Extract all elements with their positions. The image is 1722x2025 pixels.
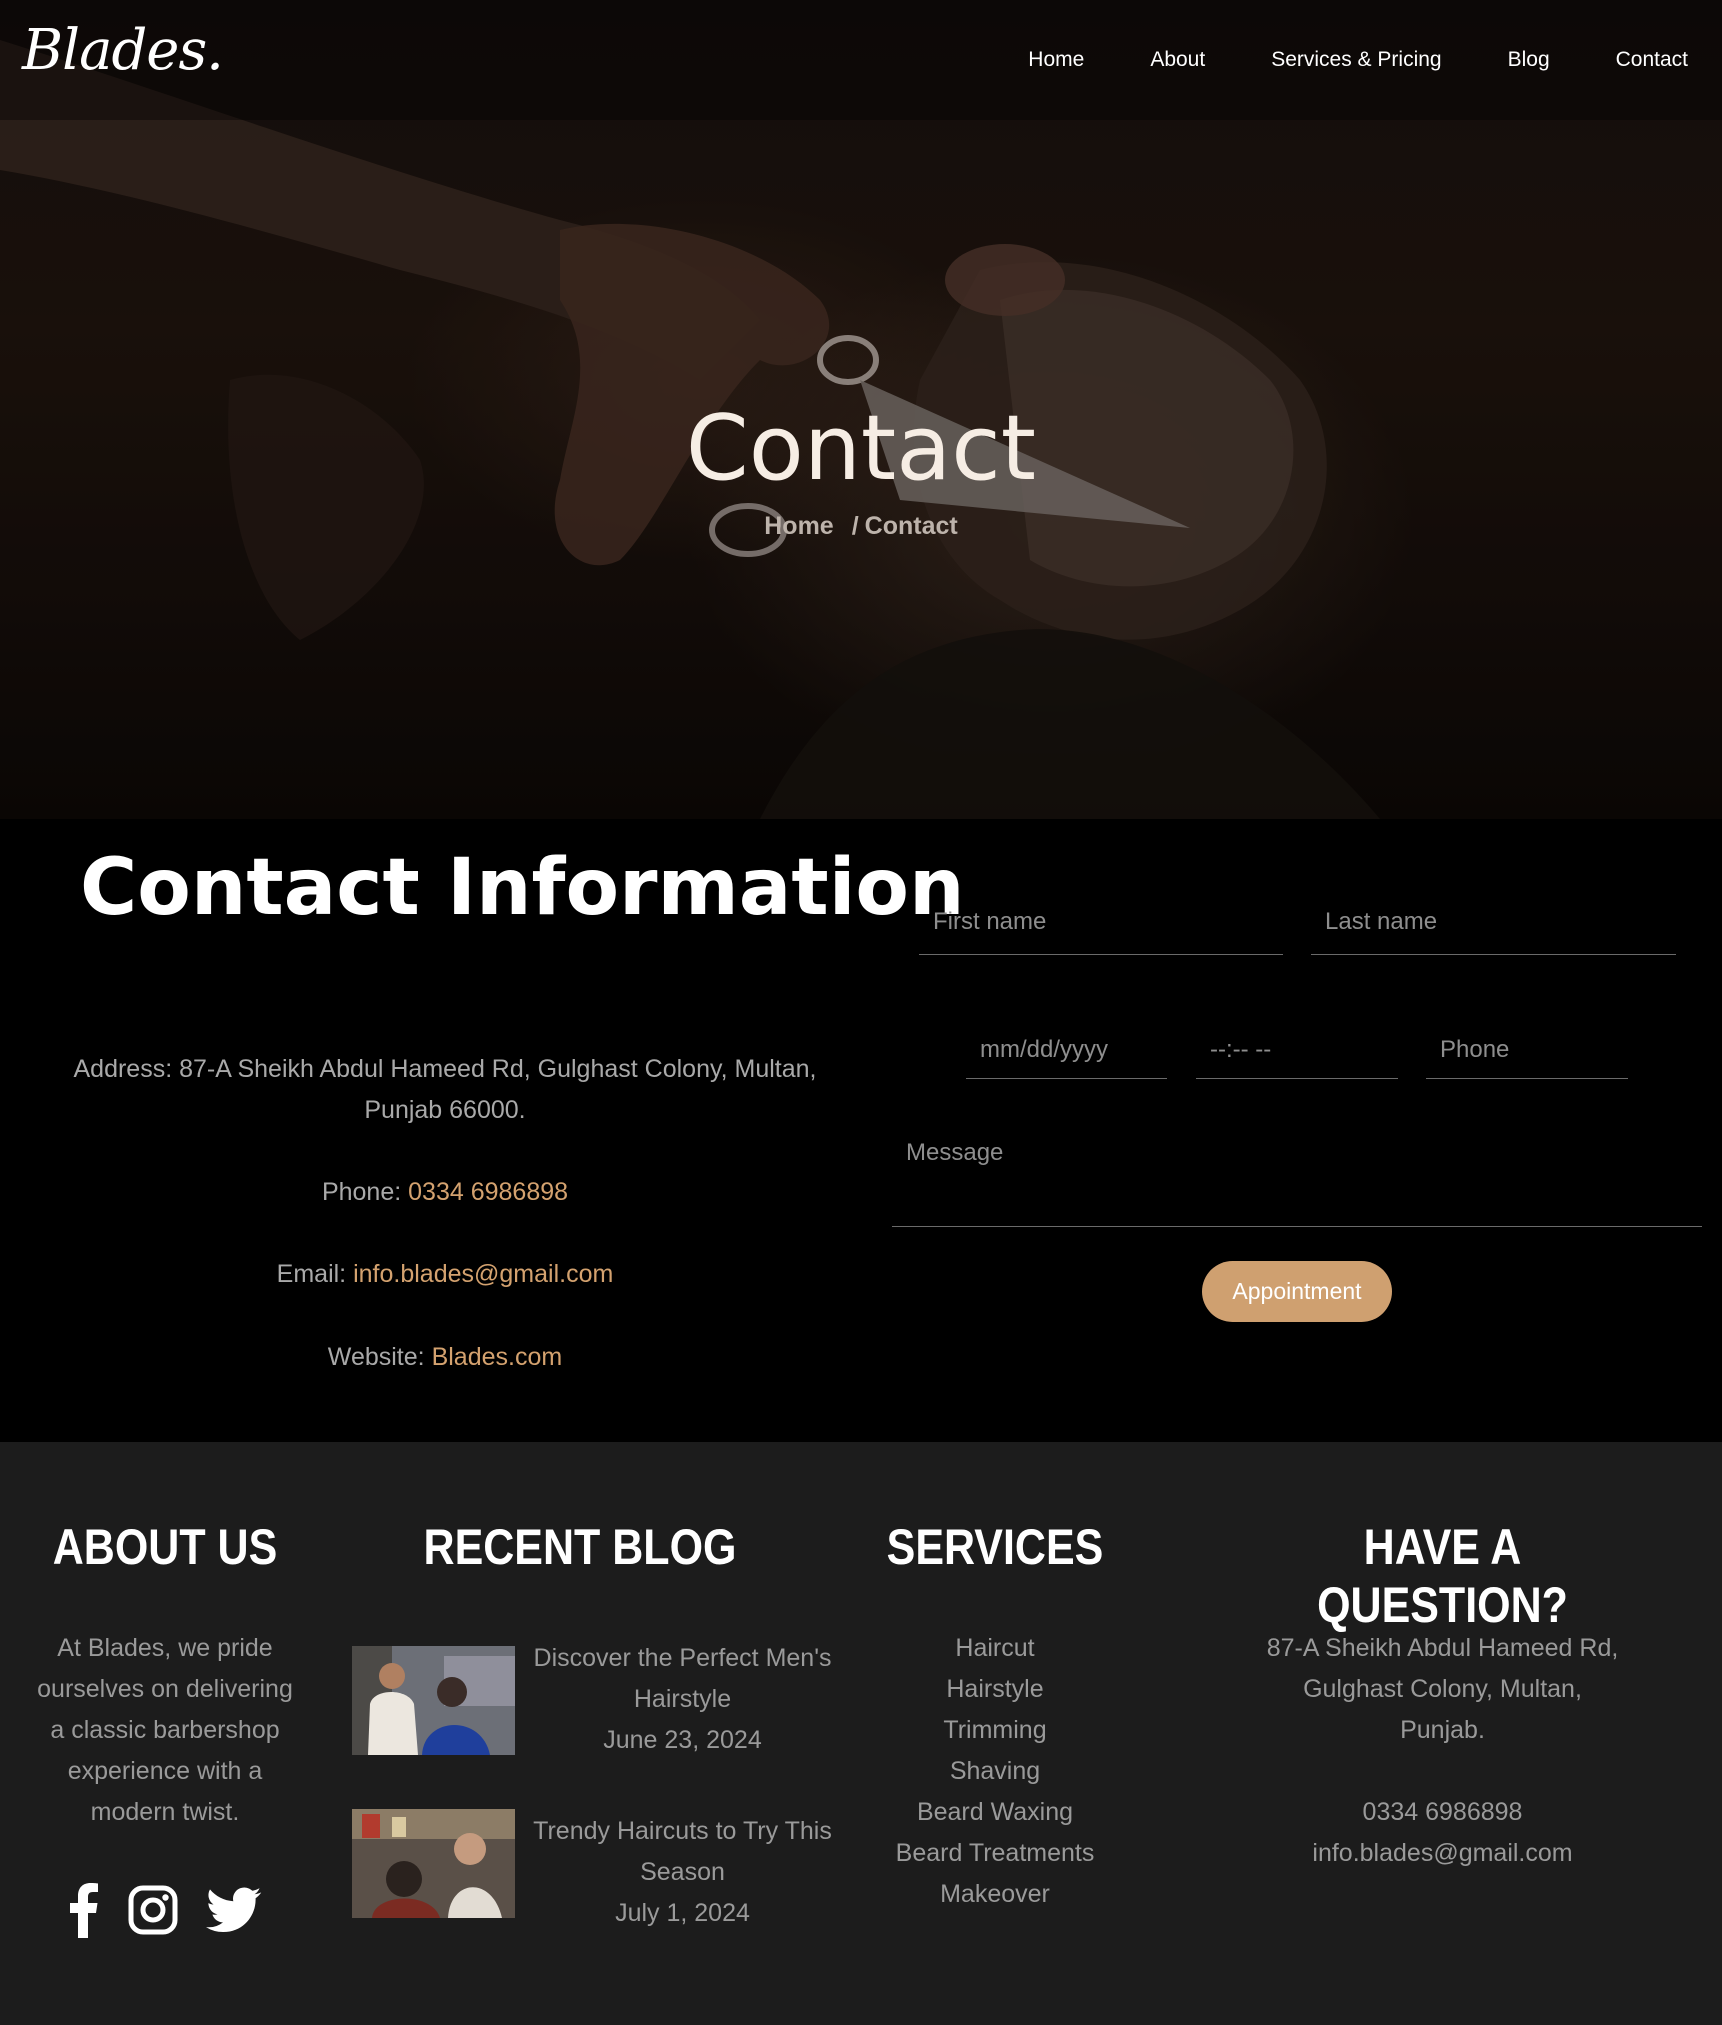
about-line: a classic barbershop	[50, 1716, 280, 1744]
service-link[interactable]: Makeover	[855, 1874, 1135, 1915]
nav-blog[interactable]: Blog	[1508, 48, 1550, 72]
hero-section: Blades. Home About Services & Pricing Bl…	[0, 0, 1722, 819]
nav-contact[interactable]: Contact	[1616, 48, 1688, 72]
blog-thumbnail[interactable]	[352, 1809, 515, 1918]
appointment-button[interactable]: Appointment	[1202, 1261, 1392, 1322]
about-line: ourselves on delivering	[37, 1675, 293, 1703]
about-line: At Blades, we pride	[57, 1634, 273, 1662]
email-label: Email:	[276, 1260, 347, 1288]
blog-post-date: June 23, 2024	[603, 1726, 762, 1754]
date-field[interactable]	[966, 1021, 1167, 1079]
breadcrumb-home[interactable]: Home	[764, 512, 833, 540]
breadcrumb: Home / Contact	[0, 512, 1722, 541]
breadcrumb-current: Contact	[864, 512, 958, 540]
nav-services-pricing[interactable]: Services & Pricing	[1271, 48, 1441, 72]
first-name-field[interactable]	[919, 889, 1283, 955]
nav-home[interactable]: Home	[1028, 48, 1084, 72]
website-link[interactable]: Blades.com	[432, 1343, 563, 1371]
blog-thumbnail[interactable]	[352, 1646, 515, 1755]
site-footer: ABOUT US At Blades, we pride ourselves o…	[0, 1442, 1722, 2025]
footer-address-line: Punjab.	[1400, 1716, 1485, 1744]
instagram-icon[interactable]	[128, 1885, 178, 1940]
address-line-1: Address: 87-A Sheikh Abdul Hameed Rd, Gu…	[73, 1055, 817, 1083]
blog-post-title[interactable]: Trendy Haircuts to Try This	[530, 1811, 835, 1852]
footer-blog-heading: RECENT BLOG	[423, 1519, 737, 1575]
footer-address-line: 87-A Sheikh Abdul Hameed Rd,	[1266, 1634, 1619, 1662]
brand-logo[interactable]: Blades.	[22, 18, 224, 83]
contact-section: Contact Information Address: 87-A Sheikh…	[0, 819, 1722, 1442]
about-line: experience with a	[67, 1757, 263, 1785]
service-link[interactable]: Hairstyle	[855, 1669, 1135, 1710]
contact-website: Website: Blades.com	[30, 1337, 860, 1378]
blog-post-title[interactable]: Season	[530, 1852, 835, 1893]
about-line: modern twist.	[90, 1798, 240, 1826]
blog-post-1[interactable]: Discover the Perfect Men's Hairstyle Jun…	[530, 1638, 835, 1761]
blog-post-2[interactable]: Trendy Haircuts to Try This Season July …	[530, 1811, 835, 1934]
page-title: Contact	[685, 396, 1037, 501]
phone-label: Phone:	[321, 1178, 402, 1206]
breadcrumb-separator: /	[851, 512, 859, 540]
top-navbar: Blades. Home About Services & Pricing Bl…	[0, 0, 1722, 120]
contact-address: Address: 87-A Sheikh Abdul Hameed Rd, Gu…	[30, 1049, 860, 1131]
phone-field[interactable]	[1426, 1021, 1628, 1079]
blog-post-title[interactable]: Hairstyle	[530, 1679, 835, 1720]
contact-phone: Phone: 0334 6986898	[30, 1172, 860, 1213]
contact-info-title: Contact Information	[80, 843, 965, 933]
service-link[interactable]: Beard Waxing	[855, 1792, 1135, 1833]
service-link[interactable]: Shaving	[855, 1751, 1135, 1792]
nav-about[interactable]: About	[1150, 48, 1205, 72]
footer-services-heading: SERVICES	[886, 1519, 1104, 1575]
service-link[interactable]: Beard Treatments	[855, 1833, 1135, 1874]
footer-services-list: Haircut Hairstyle Trimming Shaving Beard…	[855, 1628, 1135, 1915]
last-name-field[interactable]	[1311, 889, 1676, 955]
twitter-icon[interactable]	[206, 1887, 262, 1938]
phone-link[interactable]: 0334 6986898	[408, 1178, 568, 1206]
footer-question-info: 87-A Sheikh Abdul Hameed Rd, Gulghast Co…	[1200, 1628, 1685, 1874]
address-line-2: Punjab 66000.	[364, 1096, 526, 1124]
blog-post-title[interactable]: Discover the Perfect Men's	[530, 1638, 835, 1679]
social-links	[66, 1882, 290, 1943]
footer-about-heading: ABOUT US	[52, 1519, 278, 1575]
time-field[interactable]	[1196, 1021, 1398, 1079]
footer-address-line: Gulghast Colony, Multan,	[1303, 1675, 1582, 1703]
service-link[interactable]: Haircut	[855, 1628, 1135, 1669]
facebook-icon[interactable]	[66, 1882, 100, 1943]
main-nav: Home About Services & Pricing Blog Conta…	[962, 48, 1688, 72]
blog-post-date: July 1, 2024	[615, 1899, 750, 1927]
contact-email: Email: info.blades@gmail.com	[30, 1254, 860, 1295]
footer-phone[interactable]: 0334 6986898	[1200, 1792, 1685, 1833]
website-label: Website:	[327, 1343, 425, 1371]
email-link[interactable]: info.blades@gmail.com	[353, 1260, 613, 1288]
message-field[interactable]	[892, 1139, 1702, 1227]
footer-question-heading: HAVE A QUESTION?	[1317, 1519, 1568, 1633]
footer-email[interactable]: info.blades@gmail.com	[1200, 1833, 1685, 1874]
service-link[interactable]: Trimming	[855, 1710, 1135, 1751]
footer-about-text: At Blades, we pride ourselves on deliver…	[30, 1628, 300, 1833]
